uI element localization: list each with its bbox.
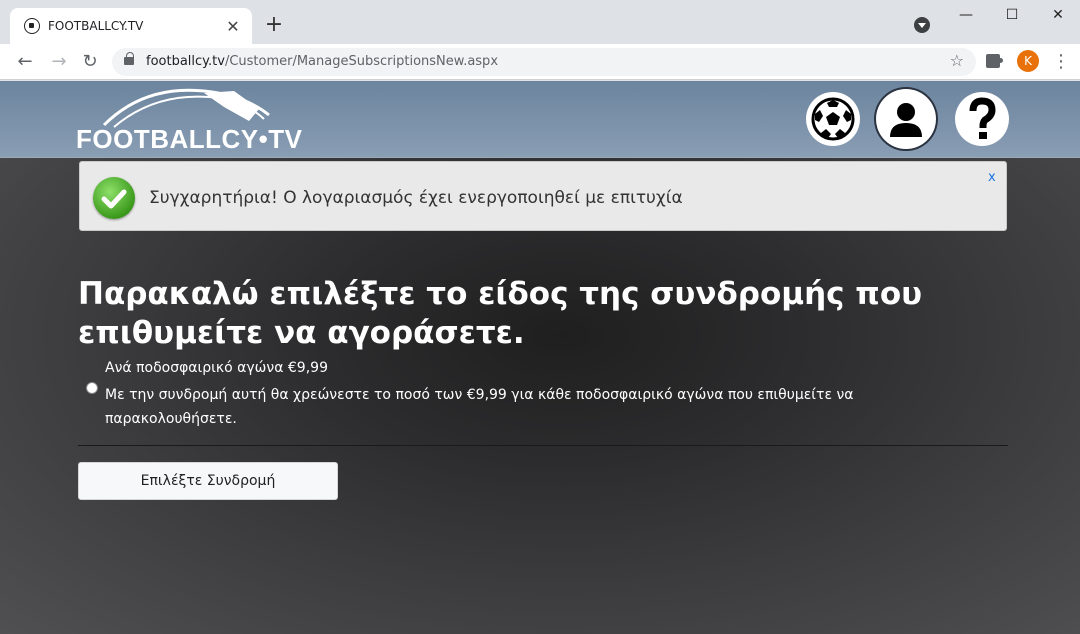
- profile-avatar[interactable]: K: [1017, 50, 1039, 72]
- site-logo[interactable]: FOOTBALLCY•TV: [76, 85, 302, 155]
- soccer-ball-glyph: [811, 97, 855, 141]
- select-subscription-button[interactable]: Επιλέξτε Συνδρομή: [78, 462, 338, 500]
- alert-message: Συγχαρητήρια! Ο λογαριασμός έχει ενεργοπ…: [149, 188, 683, 208]
- subscription-option-description: Με την συνδρομή αυτή θα χρεώνεστε το ποσ…: [105, 387, 854, 427]
- alert-close-link[interactable]: x: [988, 170, 996, 185]
- tab-close-icon[interactable]: ✕: [224, 17, 242, 36]
- forward-button[interactable]: →: [46, 49, 72, 75]
- page-viewport: FOOTBALLCY•TV Συγχαρητήρια! Ο λογαριασμό…: [0, 81, 1080, 634]
- subscription-option-radio[interactable]: [86, 382, 98, 394]
- soccer-ball-favicon-icon: [24, 18, 40, 34]
- bookmark-star-icon[interactable]: ☆: [950, 51, 964, 70]
- soccer-ball-icon[interactable]: [806, 92, 860, 146]
- tab-title: FOOTBALLCY.TV: [48, 19, 144, 33]
- back-button[interactable]: ←: [12, 49, 38, 75]
- browser-menu-icon[interactable]: ⋮: [1052, 49, 1070, 75]
- check-mark-glyph: [101, 189, 127, 209]
- question-mark-glyph: [969, 97, 996, 139]
- extensions-puzzle-icon[interactable]: [986, 54, 1003, 68]
- divider: [78, 445, 1008, 446]
- maximize-button[interactable]: ☐: [997, 4, 1027, 26]
- url-host: footballcy.tv: [146, 54, 225, 69]
- url-path: /Customer/ManageSubscriptionsNew.aspx: [224, 54, 499, 69]
- success-check-icon: [93, 177, 135, 219]
- logo-text: FOOTBALLCY•TV: [76, 124, 303, 154]
- success-alert: Συγχαρητήρια! Ο λογαριασμός έχει ενεργοπ…: [79, 161, 1007, 231]
- site-header: FOOTBALLCY•TV: [0, 81, 1080, 158]
- new-tab-button[interactable]: +: [262, 13, 286, 37]
- subscription-option-title: Ανά ποδοσφαιρικό αγώνα €9,99: [105, 360, 328, 376]
- minimize-button[interactable]: —: [951, 4, 981, 26]
- user-silhouette-glyph: [890, 103, 922, 137]
- user-profile-icon[interactable]: [879, 92, 933, 146]
- page-title: Παρακαλώ επιλέξτε το είδος της συνδρομής…: [78, 276, 923, 351]
- browser-toolbar: ← → ↻ footballcy.tv/Customer/ManageSubsc…: [0, 44, 1080, 80]
- browser-tab-strip: FOOTBALLCY.TV ✕ + — ☐ ✕: [0, 0, 1080, 44]
- help-question-icon[interactable]: [955, 92, 1009, 146]
- tab-search-icon[interactable]: [914, 17, 930, 33]
- lock-icon[interactable]: [124, 52, 134, 65]
- close-window-button[interactable]: ✕: [1043, 4, 1073, 26]
- address-bar[interactable]: footballcy.tv/Customer/ManageSubscriptio…: [112, 48, 976, 76]
- url-text[interactable]: footballcy.tv/Customer/ManageSubscriptio…: [146, 54, 498, 69]
- browser-tab[interactable]: FOOTBALLCY.TV ✕: [10, 8, 252, 44]
- reload-button[interactable]: ↻: [77, 49, 103, 75]
